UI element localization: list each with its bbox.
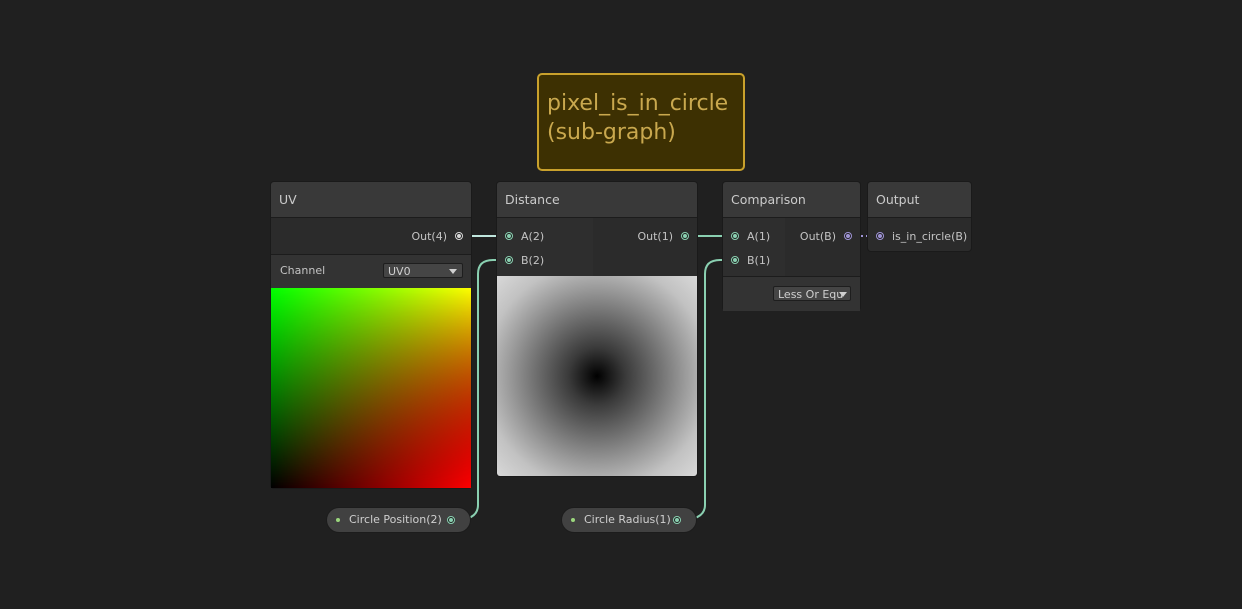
uv-output-label: Out(4) (411, 230, 447, 243)
sticky-note-text: pixel_is_in_circle (sub-graph) (547, 91, 729, 145)
comparison-node[interactable]: Comparison A(1) B(1) Out(B) Less Or Equ (723, 182, 860, 311)
circle-position-property[interactable]: Circle Position(2) (327, 508, 470, 532)
comparison-mode-dropdown[interactable]: Less Or Equ (773, 286, 851, 301)
chevron-down-icon (449, 269, 457, 274)
uv-node[interactable]: UV Out(4) Channel UV0 (271, 182, 471, 488)
comparison-output-label: Out(B) (799, 230, 836, 243)
distance-input-b-port[interactable] (505, 256, 513, 264)
output-input-row: is_in_circle(B) (892, 226, 967, 248)
uv-node-title: UV (271, 182, 471, 218)
comparison-output-port[interactable] (844, 232, 852, 240)
shader-graph-canvas[interactable]: pixel_is_in_circle (sub-graph) UV Out(4)… (0, 0, 1242, 609)
distance-input-a-row: A(2) (521, 226, 544, 248)
comparison-output-row: Out(B) (800, 226, 836, 248)
circle-position-label: Circle Position(2) (349, 513, 442, 526)
distance-input-a-label: A(2) (521, 230, 545, 243)
uv-channel-value: UV0 (388, 265, 411, 278)
uv-output-port[interactable] (455, 232, 463, 240)
distance-output-row: Out(1) (637, 226, 673, 248)
distance-input-a-port[interactable] (505, 232, 513, 240)
comparison-input-b-label: B(1) (747, 254, 771, 267)
output-input-port[interactable] (876, 232, 884, 240)
chevron-down-icon (839, 292, 847, 297)
comparison-node-title: Comparison (723, 182, 860, 218)
comparison-input-b-row: B(1) (747, 250, 770, 272)
uv-channel-dropdown[interactable]: UV0 (383, 263, 463, 278)
comparison-mode-row: Less Or Equ (723, 276, 860, 311)
distance-node[interactable]: Distance A(2) B(2) Out(1) (497, 182, 697, 476)
distance-output-label: Out(1) (637, 230, 673, 243)
distance-input-b-row: B(2) (521, 250, 544, 272)
distance-input-b-label: B(2) (521, 254, 545, 267)
uv-output-row: Out(4) (411, 226, 447, 248)
distance-preview-image (497, 276, 697, 476)
property-dot-icon (571, 518, 575, 522)
output-input-label: is_in_circle(B) (892, 230, 968, 243)
circle-radius-label: Circle Radius(1) (584, 513, 671, 526)
comparison-input-b-port[interactable] (731, 256, 739, 264)
output-node[interactable]: Output is_in_circle(B) (868, 182, 971, 251)
uv-preview-image (271, 288, 471, 488)
distance-node-title: Distance (497, 182, 697, 218)
distance-output-port[interactable] (681, 232, 689, 240)
comparison-mode-value: Less Or Equ (778, 288, 844, 301)
sticky-note[interactable]: pixel_is_in_circle (sub-graph) (537, 73, 745, 171)
distance-inputs-panel (497, 218, 593, 276)
circle-radius-output-port[interactable] (673, 516, 681, 524)
uv-channel-label: Channel (280, 264, 326, 277)
comparison-input-a-row: A(1) (747, 226, 770, 248)
circle-radius-property[interactable]: Circle Radius(1) (562, 508, 696, 532)
comparison-input-a-port[interactable] (731, 232, 739, 240)
circle-position-output-port[interactable] (447, 516, 455, 524)
uv-channel-row: Channel UV0 (271, 254, 471, 289)
comparison-input-a-label: A(1) (747, 230, 771, 243)
output-node-title: Output (868, 182, 971, 218)
property-dot-icon (336, 518, 340, 522)
